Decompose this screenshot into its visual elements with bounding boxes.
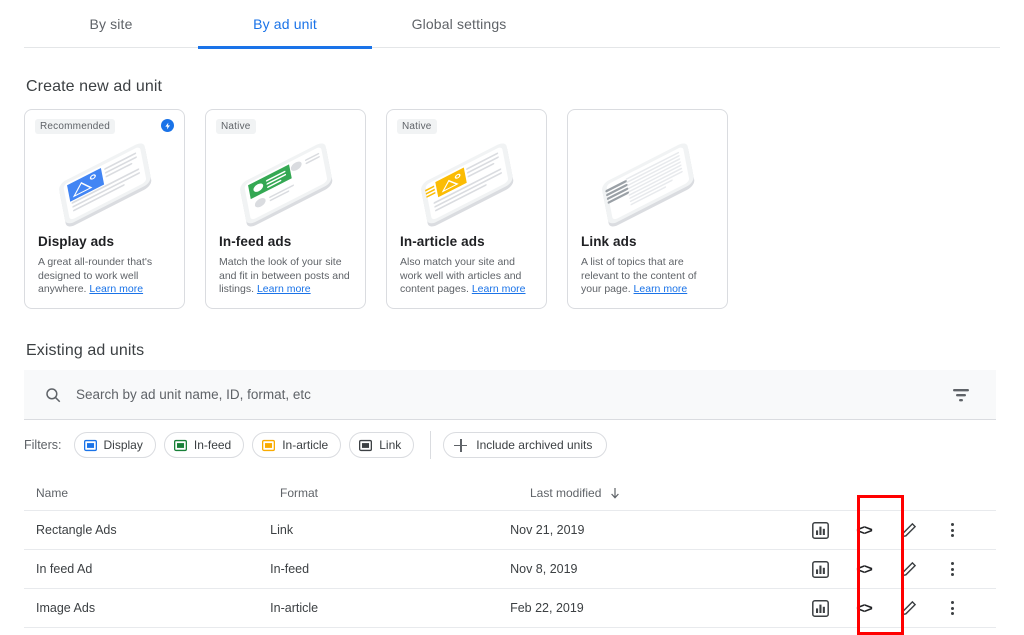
edit-pencil-icon[interactable] xyxy=(886,589,930,628)
filters-label: Filters: xyxy=(24,438,62,452)
table-header-row: Name Format Last modified xyxy=(24,476,996,511)
tab-global-settings-label: Global settings xyxy=(411,16,507,32)
card-desc-link-ads: A list of topics that are relevant to th… xyxy=(581,256,716,297)
table-row[interactable]: Rectangle Ads Link Nov 21, 2019 <> xyxy=(24,511,996,550)
tab-by-ad-unit[interactable]: By ad unit xyxy=(198,0,372,49)
card-title-display-ads: Display ads xyxy=(38,234,115,249)
link-format-icon xyxy=(359,439,373,452)
cell-format: In-article xyxy=(270,601,319,615)
in-article-format-icon xyxy=(262,439,276,452)
learn-more-link-in-feed[interactable]: Learn more xyxy=(257,283,311,295)
cell-format: In-feed xyxy=(270,562,310,576)
in-article-ad-phone-illustration xyxy=(387,136,546,232)
card-link-ads[interactable]: Link ads A list of topics that are relev… xyxy=(567,109,728,309)
filter-chip-in-article[interactable]: In-article xyxy=(252,432,342,458)
code-icon-glyph: <> xyxy=(856,560,873,578)
bolt-icon xyxy=(161,119,174,132)
tab-bar: By site By ad unit Global settings xyxy=(24,0,1000,49)
ad-format-card-list: Recommended Display ads A great all-roun… xyxy=(24,109,728,309)
in-feed-ad-phone-illustration xyxy=(206,136,365,232)
column-header-format[interactable]: Format xyxy=(280,486,530,500)
tab-list: By site By ad unit Global settings xyxy=(24,0,1000,49)
create-new-ad-unit-title: Create new ad unit xyxy=(26,78,163,95)
filter-chip-link-label: Link xyxy=(379,438,402,452)
ad-units-table: Name Format Last modified Rectangle Ads … xyxy=(24,476,996,628)
filter-chip-link[interactable]: Link xyxy=(349,432,415,458)
cell-last-modified: Feb 22, 2019 xyxy=(510,601,584,615)
column-header-name[interactable]: Name xyxy=(24,486,280,500)
code-icon-glyph: <> xyxy=(856,599,873,617)
card-title-in-feed-ads: In-feed ads xyxy=(219,234,292,249)
card-desc-display-ads: A great all-rounder that's designed to w… xyxy=(38,256,173,297)
stats-icon[interactable] xyxy=(798,511,842,550)
cell-format: Link xyxy=(270,523,294,537)
card-desc-in-feed-ads: Match the look of your site and fit in b… xyxy=(219,256,354,297)
card-in-article-ads[interactable]: Native In-article ads Also match your si… xyxy=(386,109,547,309)
card-badge-native-in-feed: Native xyxy=(216,119,256,134)
filter-chip-display-label: Display xyxy=(103,438,143,452)
include-archived-units-button[interactable]: Include archived units xyxy=(443,432,608,458)
filter-chip-display[interactable]: Display xyxy=(73,432,156,458)
table-row[interactable]: In feed Ad In-feed Nov 8, 2019 <> xyxy=(24,550,996,589)
display-ad-phone-illustration xyxy=(25,136,184,232)
cell-name: Image Ads xyxy=(36,601,96,615)
cell-name: In feed Ad xyxy=(36,562,93,576)
stats-icon[interactable] xyxy=(798,550,842,589)
cell-last-modified: Nov 8, 2019 xyxy=(510,562,578,576)
tab-by-site-label: By site xyxy=(89,16,133,32)
code-icon[interactable]: <> xyxy=(842,589,886,628)
code-icon-glyph: <> xyxy=(856,521,873,539)
existing-ad-units-title: Existing ad units xyxy=(26,342,145,359)
learn-more-link-in-article[interactable]: Learn more xyxy=(472,283,526,295)
table-row[interactable]: Image Ads In-article Feb 22, 2019 <> xyxy=(24,589,996,628)
learn-more-link-display[interactable]: Learn more xyxy=(89,283,143,295)
filter-list-icon[interactable] xyxy=(949,383,973,407)
more-vert-icon[interactable] xyxy=(930,589,974,628)
plus-icon xyxy=(454,438,468,452)
more-vert-dots xyxy=(950,523,954,537)
tab-global-settings[interactable]: Global settings xyxy=(372,0,546,48)
learn-more-link-link-ads[interactable]: Learn more xyxy=(634,283,688,295)
more-vert-icon[interactable] xyxy=(930,550,974,589)
card-desc-in-article-ads: Also match your site and work well with … xyxy=(400,256,535,297)
search-icon xyxy=(44,386,62,404)
arrow-down-icon xyxy=(609,487,621,499)
more-vert-icon[interactable] xyxy=(930,511,974,550)
display-format-icon xyxy=(83,439,97,452)
edit-pencil-icon[interactable] xyxy=(886,511,930,550)
cell-last-modified: Nov 21, 2019 xyxy=(510,523,585,537)
more-vert-dots xyxy=(950,601,954,615)
cell-name: Rectangle Ads xyxy=(36,523,117,537)
row-actions: <> xyxy=(798,550,996,589)
card-title-link-ads: Link ads xyxy=(581,234,637,249)
stats-icon[interactable] xyxy=(798,589,842,628)
filter-chip-in-article-label: In-article xyxy=(282,438,329,452)
filters-divider xyxy=(430,431,432,459)
more-vert-dots xyxy=(950,562,954,576)
filter-chip-in-feed-label: In-feed xyxy=(193,438,232,452)
adsense-ad-units-page: By site By ad unit Global settings Creat… xyxy=(0,0,1024,635)
tab-by-site[interactable]: By site xyxy=(24,0,198,48)
edit-pencil-icon[interactable] xyxy=(886,550,930,589)
row-actions: <> xyxy=(798,511,996,550)
tab-by-ad-unit-label: By ad unit xyxy=(253,16,317,32)
column-header-last-modified[interactable]: Last modified xyxy=(530,486,830,500)
card-badge-recommended: Recommended xyxy=(35,119,116,134)
card-title-in-article-ads: In-article ads xyxy=(400,234,485,249)
search-bar xyxy=(24,370,996,420)
row-actions: <> xyxy=(798,589,996,628)
card-display-ads[interactable]: Recommended Display ads A great all-roun… xyxy=(24,109,185,309)
card-in-feed-ads[interactable]: Native In-feed ads Match the look of you… xyxy=(205,109,366,309)
search-input[interactable] xyxy=(76,387,949,402)
filter-chip-in-feed[interactable]: In-feed xyxy=(163,432,245,458)
code-icon[interactable]: <> xyxy=(842,550,886,589)
in-feed-format-icon xyxy=(173,439,187,452)
link-ad-phone-illustration xyxy=(568,136,727,232)
column-header-last-modified-label: Last modified xyxy=(530,486,602,500)
card-badge-native-in-article: Native xyxy=(397,119,437,134)
filters-row: Filters: Display In-feed In-article Link xyxy=(24,430,615,460)
include-archived-units-label: Include archived units xyxy=(476,438,593,452)
code-icon[interactable]: <> xyxy=(842,511,886,550)
